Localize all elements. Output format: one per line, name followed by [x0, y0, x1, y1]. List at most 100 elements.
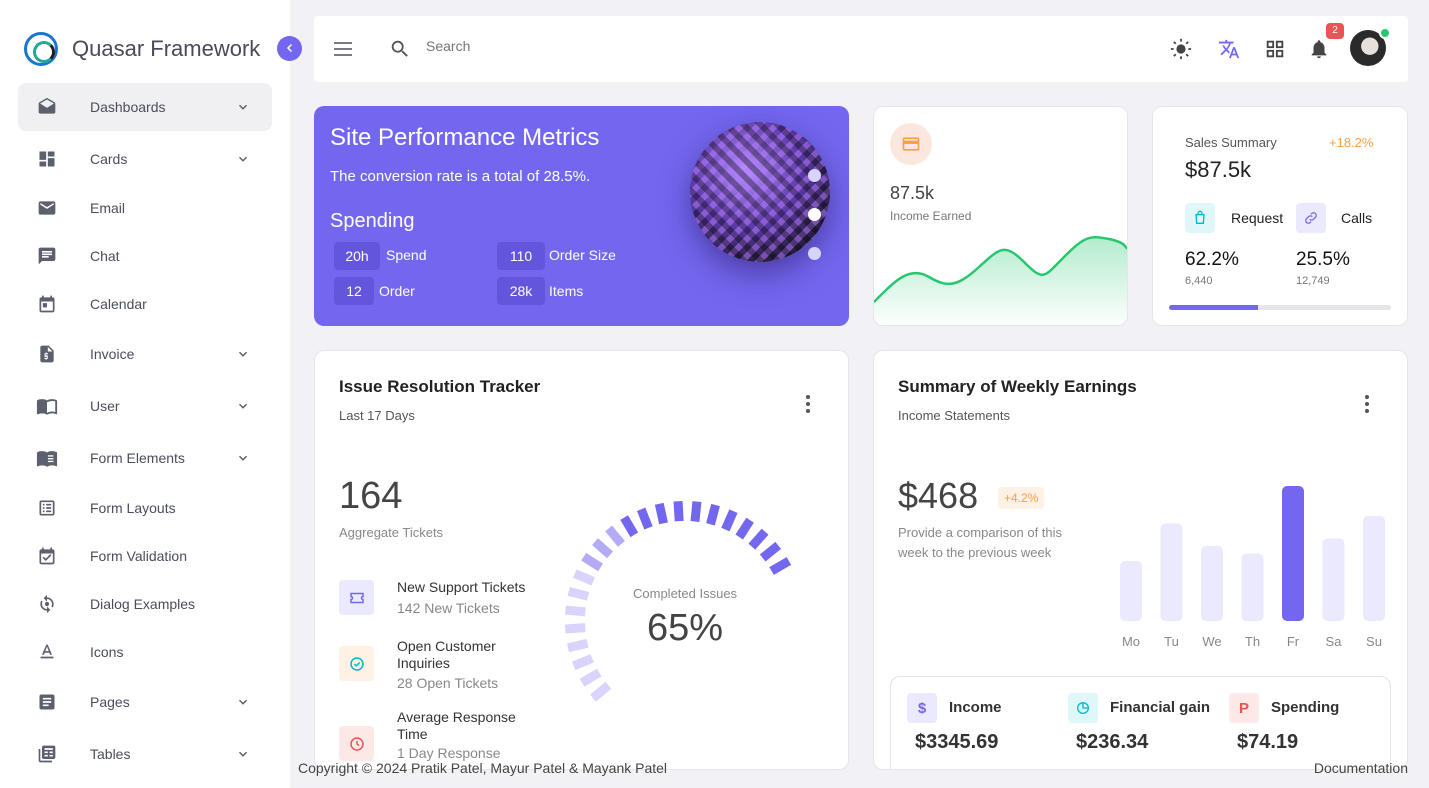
sidebar-item-label: Chat	[90, 248, 120, 264]
carousel-dot[interactable]	[808, 247, 821, 260]
sidebar-item-email[interactable]: Email	[18, 184, 272, 232]
sidebar-item-icons[interactable]: Icons	[18, 628, 272, 676]
day-label: Sa	[1326, 634, 1343, 649]
brand[interactable]: Quasar Framework	[24, 32, 260, 66]
earnings-summary: $ Income $3345.69 Financial gain $236.34…	[890, 676, 1391, 769]
section-title: Spending	[330, 210, 415, 232]
chevron-down-icon	[238, 156, 248, 162]
chevron-down-icon	[238, 104, 248, 110]
sidebar-item-invoice[interactable]: Invoice	[18, 330, 272, 378]
tracker-item-sub: 1 Day Response	[397, 745, 501, 761]
card-title: Summary of Weekly Earnings	[898, 377, 1137, 396]
dialog-icon	[36, 593, 58, 615]
quasar-logo-icon	[24, 32, 58, 66]
calendar-check-icon	[36, 545, 58, 567]
sidebar-item-label: Icons	[90, 644, 124, 660]
sidebar-item-label: Dialog Examples	[90, 596, 196, 612]
notification-badge: 2	[1326, 23, 1344, 39]
gauge-segment	[654, 502, 668, 525]
bar-we[interactable]	[1201, 546, 1223, 621]
dashboard-icon	[36, 148, 58, 170]
grid-icon[interactable]	[1264, 38, 1286, 60]
bar-mo[interactable]	[1120, 561, 1142, 621]
sidebar-item-user[interactable]: User	[18, 382, 272, 430]
sidebar-item-tables[interactable]: Tables	[18, 730, 272, 778]
sidebar-item-chat[interactable]: Chat	[18, 232, 272, 280]
carousel-dots	[808, 169, 821, 286]
sidebar-item-calendar[interactable]: Calendar	[18, 280, 272, 328]
copyright-text: Copyright © 2024 Pratik Patel, Mayur Pat…	[298, 760, 668, 776]
day-label: Su	[1366, 634, 1382, 649]
chevron-left-icon	[286, 43, 292, 53]
sidebar-item-dashboards[interactable]: Dashboards	[18, 83, 272, 131]
sidebar: Quasar Framework Dashboards Cards Email …	[0, 0, 290, 788]
gauge-segment	[690, 501, 702, 522]
page-icon	[36, 691, 58, 713]
sidebar-item-label: Pages	[90, 694, 130, 710]
sidebar-collapse-button[interactable]	[277, 36, 302, 61]
gauge-segment	[735, 517, 754, 540]
card-title: Issue Resolution Tracker	[339, 377, 541, 396]
change-badge: +4.2%	[998, 487, 1045, 509]
progress-fill	[1169, 305, 1258, 310]
translate-icon[interactable]	[1218, 38, 1240, 60]
search-icon[interactable]	[389, 38, 411, 60]
paypal-icon: P	[1229, 693, 1259, 723]
gauge-segment	[706, 503, 720, 526]
weekly-earnings-card: Summary of Weekly Earnings Income Statem…	[873, 350, 1408, 770]
stat-label: Order Size	[549, 247, 616, 263]
search-input[interactable]	[426, 38, 726, 54]
sidebar-item-label: Dashboards	[90, 99, 166, 115]
sidebar-item-form-layouts[interactable]: Form Layouts	[18, 484, 272, 532]
sales-progress-bar	[1169, 305, 1391, 310]
bell-icon[interactable]	[1308, 38, 1330, 60]
sidebar-item-label: Calendar	[90, 296, 147, 312]
card-subtitle: Last 17 Days	[339, 408, 415, 423]
menu-toggle-icon[interactable]	[334, 42, 352, 56]
bar-th[interactable]	[1241, 553, 1264, 622]
day-label: Fr	[1287, 634, 1300, 649]
gauge-segment	[573, 569, 595, 586]
tracker-item-title: Average Response Time	[397, 709, 516, 742]
chevron-down-icon	[238, 351, 248, 357]
sidebar-item-pages[interactable]: Pages	[18, 678, 272, 726]
summary-value: $3345.69	[915, 731, 999, 753]
sun-icon[interactable]	[1170, 38, 1192, 60]
text-format-icon	[36, 641, 58, 663]
envelope-open-icon	[36, 96, 58, 118]
gauge-value: 65%	[647, 607, 724, 649]
sidebar-item-cards[interactable]: Cards	[18, 135, 272, 183]
gauge-segment	[564, 623, 586, 634]
summary-label: Financial gain	[1110, 699, 1211, 716]
brand-name: Quasar Framework	[72, 36, 261, 61]
bar-tu[interactable]	[1160, 523, 1183, 622]
stat-value: 12	[334, 277, 374, 305]
more-vert-icon[interactable]	[806, 395, 810, 416]
bar-su[interactable]	[1363, 516, 1385, 621]
weekly-bar-chart: Mo Tu We Th Fr Sa Su	[1120, 486, 1385, 649]
gauge-segment	[636, 507, 653, 530]
sidebar-item-form-elements[interactable]: Form Elements	[18, 434, 272, 482]
bar-fr[interactable]	[1282, 486, 1304, 621]
chat-icon	[36, 245, 58, 267]
form-elements-icon	[36, 447, 58, 469]
sidebar-item-dialog-examples[interactable]: Dialog Examples	[18, 580, 272, 628]
carousel-dot[interactable]	[808, 208, 821, 221]
more-vert-icon[interactable]	[1365, 395, 1369, 416]
gauge-segment	[759, 541, 782, 562]
calendar-icon	[36, 293, 58, 315]
link-icon	[1296, 203, 1326, 233]
documentation-link[interactable]: Documentation	[1314, 760, 1408, 776]
sidebar-item-label: User	[90, 398, 120, 414]
carousel-dot[interactable]	[808, 169, 821, 182]
stat-label: Spend	[386, 247, 427, 263]
tracker-item-sub: 28 Open Tickets	[397, 675, 499, 691]
gauge-segment	[590, 681, 612, 702]
bar-sa[interactable]	[1322, 538, 1345, 622]
sidebar-item-form-validation[interactable]: Form Validation	[18, 532, 272, 580]
stat-value: 110	[497, 242, 545, 270]
request-percent: 62.2%	[1185, 249, 1239, 270]
top-navbar: 2	[314, 16, 1408, 82]
clock-icon	[339, 726, 374, 761]
sales-value: $87.5k	[1185, 157, 1252, 182]
